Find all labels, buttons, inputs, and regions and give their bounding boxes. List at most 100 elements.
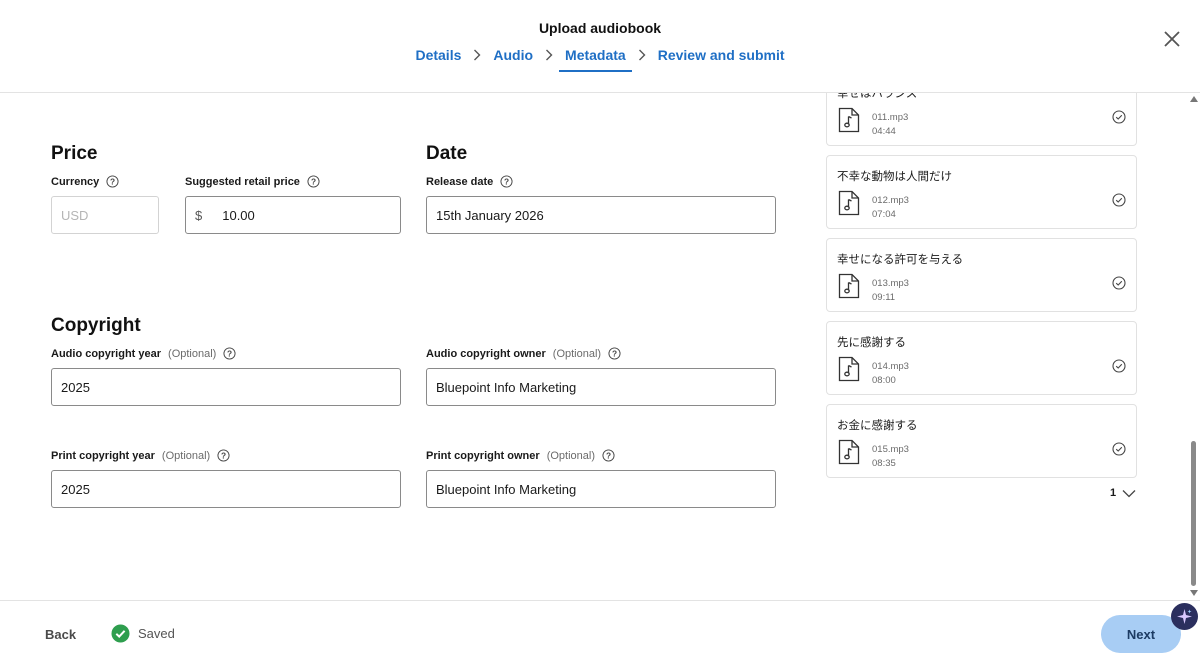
saved-label: Saved — [138, 626, 175, 641]
srp-label: Suggested retail price ? — [185, 175, 320, 188]
release-date-label: Release date ? — [426, 175, 513, 188]
audio-year-label-text: Audio copyright year — [51, 347, 162, 360]
svg-text:?: ? — [612, 349, 617, 359]
next-button[interactable]: Next — [1101, 615, 1181, 653]
track-file: 014.mp3 — [872, 361, 909, 372]
scroll-thumb[interactable] — [1191, 441, 1196, 586]
currency-label: Currency ? — [51, 175, 119, 188]
track-card[interactable]: 不幸な動物は人間だけ 012.mp3 07:04 — [826, 155, 1137, 229]
step-metadata[interactable]: Metadata — [559, 46, 632, 72]
audio-copyright-owner-label: Audio copyright owner (Optional) ? — [426, 347, 621, 360]
help-icon[interactable]: ? — [608, 347, 621, 360]
track-title: 先に感謝する — [837, 335, 906, 349]
audio-copyright-owner-input[interactable]: Bluepoint Info Marketing — [426, 368, 776, 406]
track-file: 013.mp3 — [872, 278, 909, 289]
audio-copyright-year-input[interactable]: 2025 — [51, 368, 401, 406]
check-circle-icon — [1112, 276, 1126, 290]
track-list-clip: 幸せはバランス 011.mp3 04:44 — [826, 93, 1137, 146]
step-audio[interactable]: Audio — [487, 46, 539, 72]
help-icon[interactable]: ? — [307, 175, 320, 188]
audio-file-icon — [838, 439, 860, 465]
chevron-down-icon[interactable] — [1122, 489, 1136, 498]
track-card[interactable]: 先に感謝する 014.mp3 08:00 — [826, 321, 1137, 395]
date-heading: Date — [426, 143, 468, 164]
stepper: Details Audio Metadata Review and submit — [0, 46, 1200, 72]
audio-owner-label-text: Audio copyright owner — [426, 347, 546, 360]
page-title: Upload audiobook — [538, 20, 662, 36]
audio-file-icon — [838, 273, 860, 299]
track-duration: 08:35 — [872, 458, 896, 469]
help-icon[interactable]: ? — [106, 175, 119, 188]
step-review-and-submit[interactable]: Review and submit — [652, 46, 791, 72]
saved-status: Saved — [111, 624, 175, 643]
print-owner-label-text: Print copyright owner — [426, 449, 540, 462]
header: Upload audiobook Details Audio Metadata … — [0, 0, 1200, 93]
scrollbar[interactable] — [1188, 93, 1200, 600]
optional-tag: (Optional) — [546, 449, 595, 462]
track-file: 012.mp3 — [872, 195, 909, 206]
check-circle-icon — [1112, 110, 1126, 124]
back-button[interactable]: Back — [45, 627, 76, 642]
currency-field: USD — [51, 196, 159, 234]
srp-input[interactable]: $ 10.00 — [185, 196, 401, 234]
srp-label-text: Suggested retail price — [185, 175, 300, 188]
step-details[interactable]: Details — [409, 46, 467, 72]
track-card[interactable]: 幸せはバランス 011.mp3 04:44 — [826, 93, 1137, 146]
track-duration: 04:44 — [872, 126, 896, 137]
chevron-right-icon — [467, 46, 487, 64]
audio-file-icon — [838, 190, 860, 216]
pagination[interactable]: 1 — [1110, 487, 1136, 499]
optional-tag: (Optional) — [168, 347, 217, 360]
audio-file-icon — [838, 107, 860, 133]
scroll-up-arrow-icon[interactable] — [1190, 96, 1198, 102]
track-title: 不幸な動物は人間だけ — [837, 169, 952, 183]
track-card[interactable]: お金に感謝する 015.mp3 08:35 — [826, 404, 1137, 478]
copyright-heading: Copyright — [51, 315, 141, 336]
currency-value: USD — [61, 207, 89, 223]
track-card[interactable]: 幸せになる許可を与える 013.mp3 09:11 — [826, 238, 1137, 312]
sparkle-icon[interactable] — [1171, 603, 1198, 630]
svg-text:?: ? — [606, 451, 611, 461]
track-duration: 07:04 — [872, 209, 896, 220]
track-title: 幸せはバランス — [837, 93, 918, 100]
scroll-down-arrow-icon[interactable] — [1190, 590, 1198, 596]
print-year-label-text: Print copyright year — [51, 449, 155, 462]
svg-text:?: ? — [110, 177, 115, 187]
svg-text:?: ? — [221, 451, 226, 461]
svg-text:?: ? — [227, 349, 232, 359]
print-copyright-owner-input[interactable]: Bluepoint Info Marketing — [426, 470, 776, 508]
help-icon[interactable]: ? — [217, 449, 230, 462]
audio-owner-value: Bluepoint Info Marketing — [436, 379, 577, 395]
track-file: 011.mp3 — [872, 112, 909, 123]
help-icon[interactable]: ? — [223, 347, 236, 360]
release-date-value: 15th January 2026 — [436, 207, 544, 223]
release-date-input[interactable]: 15th January 2026 — [426, 196, 776, 234]
check-circle-icon — [1112, 442, 1126, 456]
print-copyright-year-input[interactable]: 2025 — [51, 470, 401, 508]
page-number: 1 — [1110, 487, 1117, 499]
dollar-prefix: $ — [195, 207, 203, 223]
check-badge-icon — [111, 624, 130, 643]
optional-tag: (Optional) — [552, 347, 602, 360]
audio-year-value: 2025 — [61, 379, 90, 395]
svg-text:?: ? — [504, 177, 509, 187]
track-file: 015.mp3 — [872, 444, 909, 455]
print-copyright-owner-label: Print copyright owner (Optional) ? — [426, 449, 615, 462]
print-copyright-year-label: Print copyright year (Optional) ? — [51, 449, 230, 462]
track-title: お金に感謝する — [837, 418, 918, 432]
print-year-value: 2025 — [61, 481, 90, 497]
audio-copyright-year-label: Audio copyright year (Optional) ? — [51, 347, 236, 360]
check-circle-icon — [1112, 359, 1126, 373]
track-title: 幸せになる許可を与える — [837, 252, 964, 266]
chevron-right-icon — [539, 46, 559, 64]
currency-label-text: Currency — [51, 175, 100, 188]
help-icon[interactable]: ? — [500, 175, 513, 188]
footer: Back Saved Next — [0, 600, 1200, 665]
audio-file-icon — [838, 356, 860, 382]
track-duration: 09:11 — [872, 292, 896, 303]
check-circle-icon — [1112, 193, 1126, 207]
optional-tag: (Optional) — [161, 449, 211, 462]
help-icon[interactable]: ? — [602, 449, 615, 462]
chevron-right-icon — [632, 46, 652, 64]
close-icon[interactable] — [1161, 28, 1183, 50]
